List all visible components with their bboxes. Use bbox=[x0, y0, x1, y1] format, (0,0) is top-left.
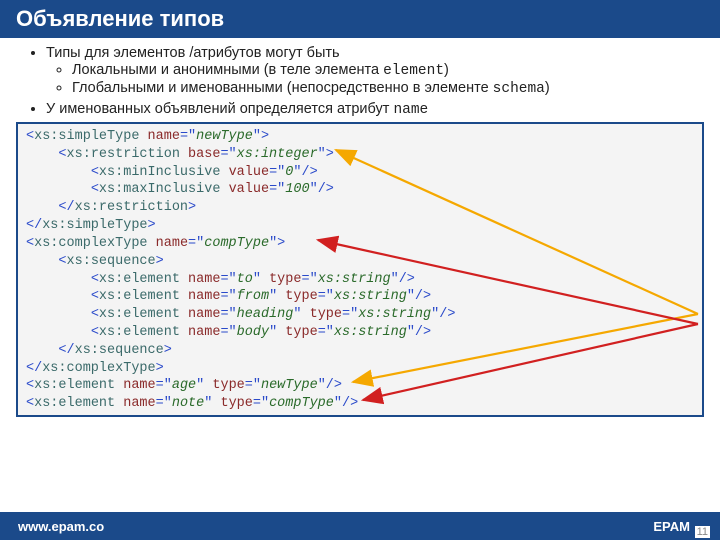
code-line: <xs:element name="body" type="xs:string"… bbox=[26, 324, 694, 342]
code-line: <xs:maxInclusive value="100"/> bbox=[26, 181, 694, 199]
code-line: <xs:element name="to" type="xs:string"/> bbox=[26, 271, 694, 289]
code-line: </xs:complexType> bbox=[26, 360, 694, 378]
page-number: 11 bbox=[695, 526, 710, 538]
footer-bar: www.epam.co EPAM bbox=[0, 512, 720, 540]
code-line: <xs:element name="heading" type="xs:stri… bbox=[26, 306, 694, 324]
bullet-1-2: Глобальными и именованными (непосредстве… bbox=[72, 80, 692, 97]
code-line: </xs:restriction> bbox=[26, 199, 694, 217]
code-line: <xs:sequence> bbox=[26, 253, 694, 271]
bullet-1-1: Локальными и анонимными (в теле элемента… bbox=[72, 62, 692, 79]
code-line: <xs:element name="age" type="newType"/> bbox=[26, 377, 694, 395]
code-line: <xs:element name="from" type="xs:string"… bbox=[26, 288, 694, 306]
code-line: <xs:restriction base="xs:integer"> bbox=[26, 146, 694, 164]
slide-title: Объявление типов bbox=[0, 0, 720, 38]
code-line: <xs:element name="note" type="compType"/… bbox=[26, 395, 694, 413]
code-line: </xs:simpleType> bbox=[26, 217, 694, 235]
slide-body: Типы для элементов /атрибутов могут быть… bbox=[0, 38, 720, 118]
bullet-1: Типы для элементов /атрибутов могут быть… bbox=[46, 45, 692, 97]
code-snippet: <xs:simpleType name="newType"> <xs:restr… bbox=[16, 122, 704, 417]
code-line: </xs:sequence> bbox=[26, 342, 694, 360]
footer-url: www.epam.co bbox=[0, 519, 104, 534]
bullet-2: У именованных объявлений определяется ат… bbox=[46, 101, 692, 118]
code-line: <xs:minInclusive value="0"/> bbox=[26, 164, 694, 182]
code-line: <xs:simpleType name="newType"> bbox=[26, 128, 694, 146]
code-line: <xs:complexType name="compType"> bbox=[26, 235, 694, 253]
footer-brand: EPAM bbox=[653, 519, 720, 534]
